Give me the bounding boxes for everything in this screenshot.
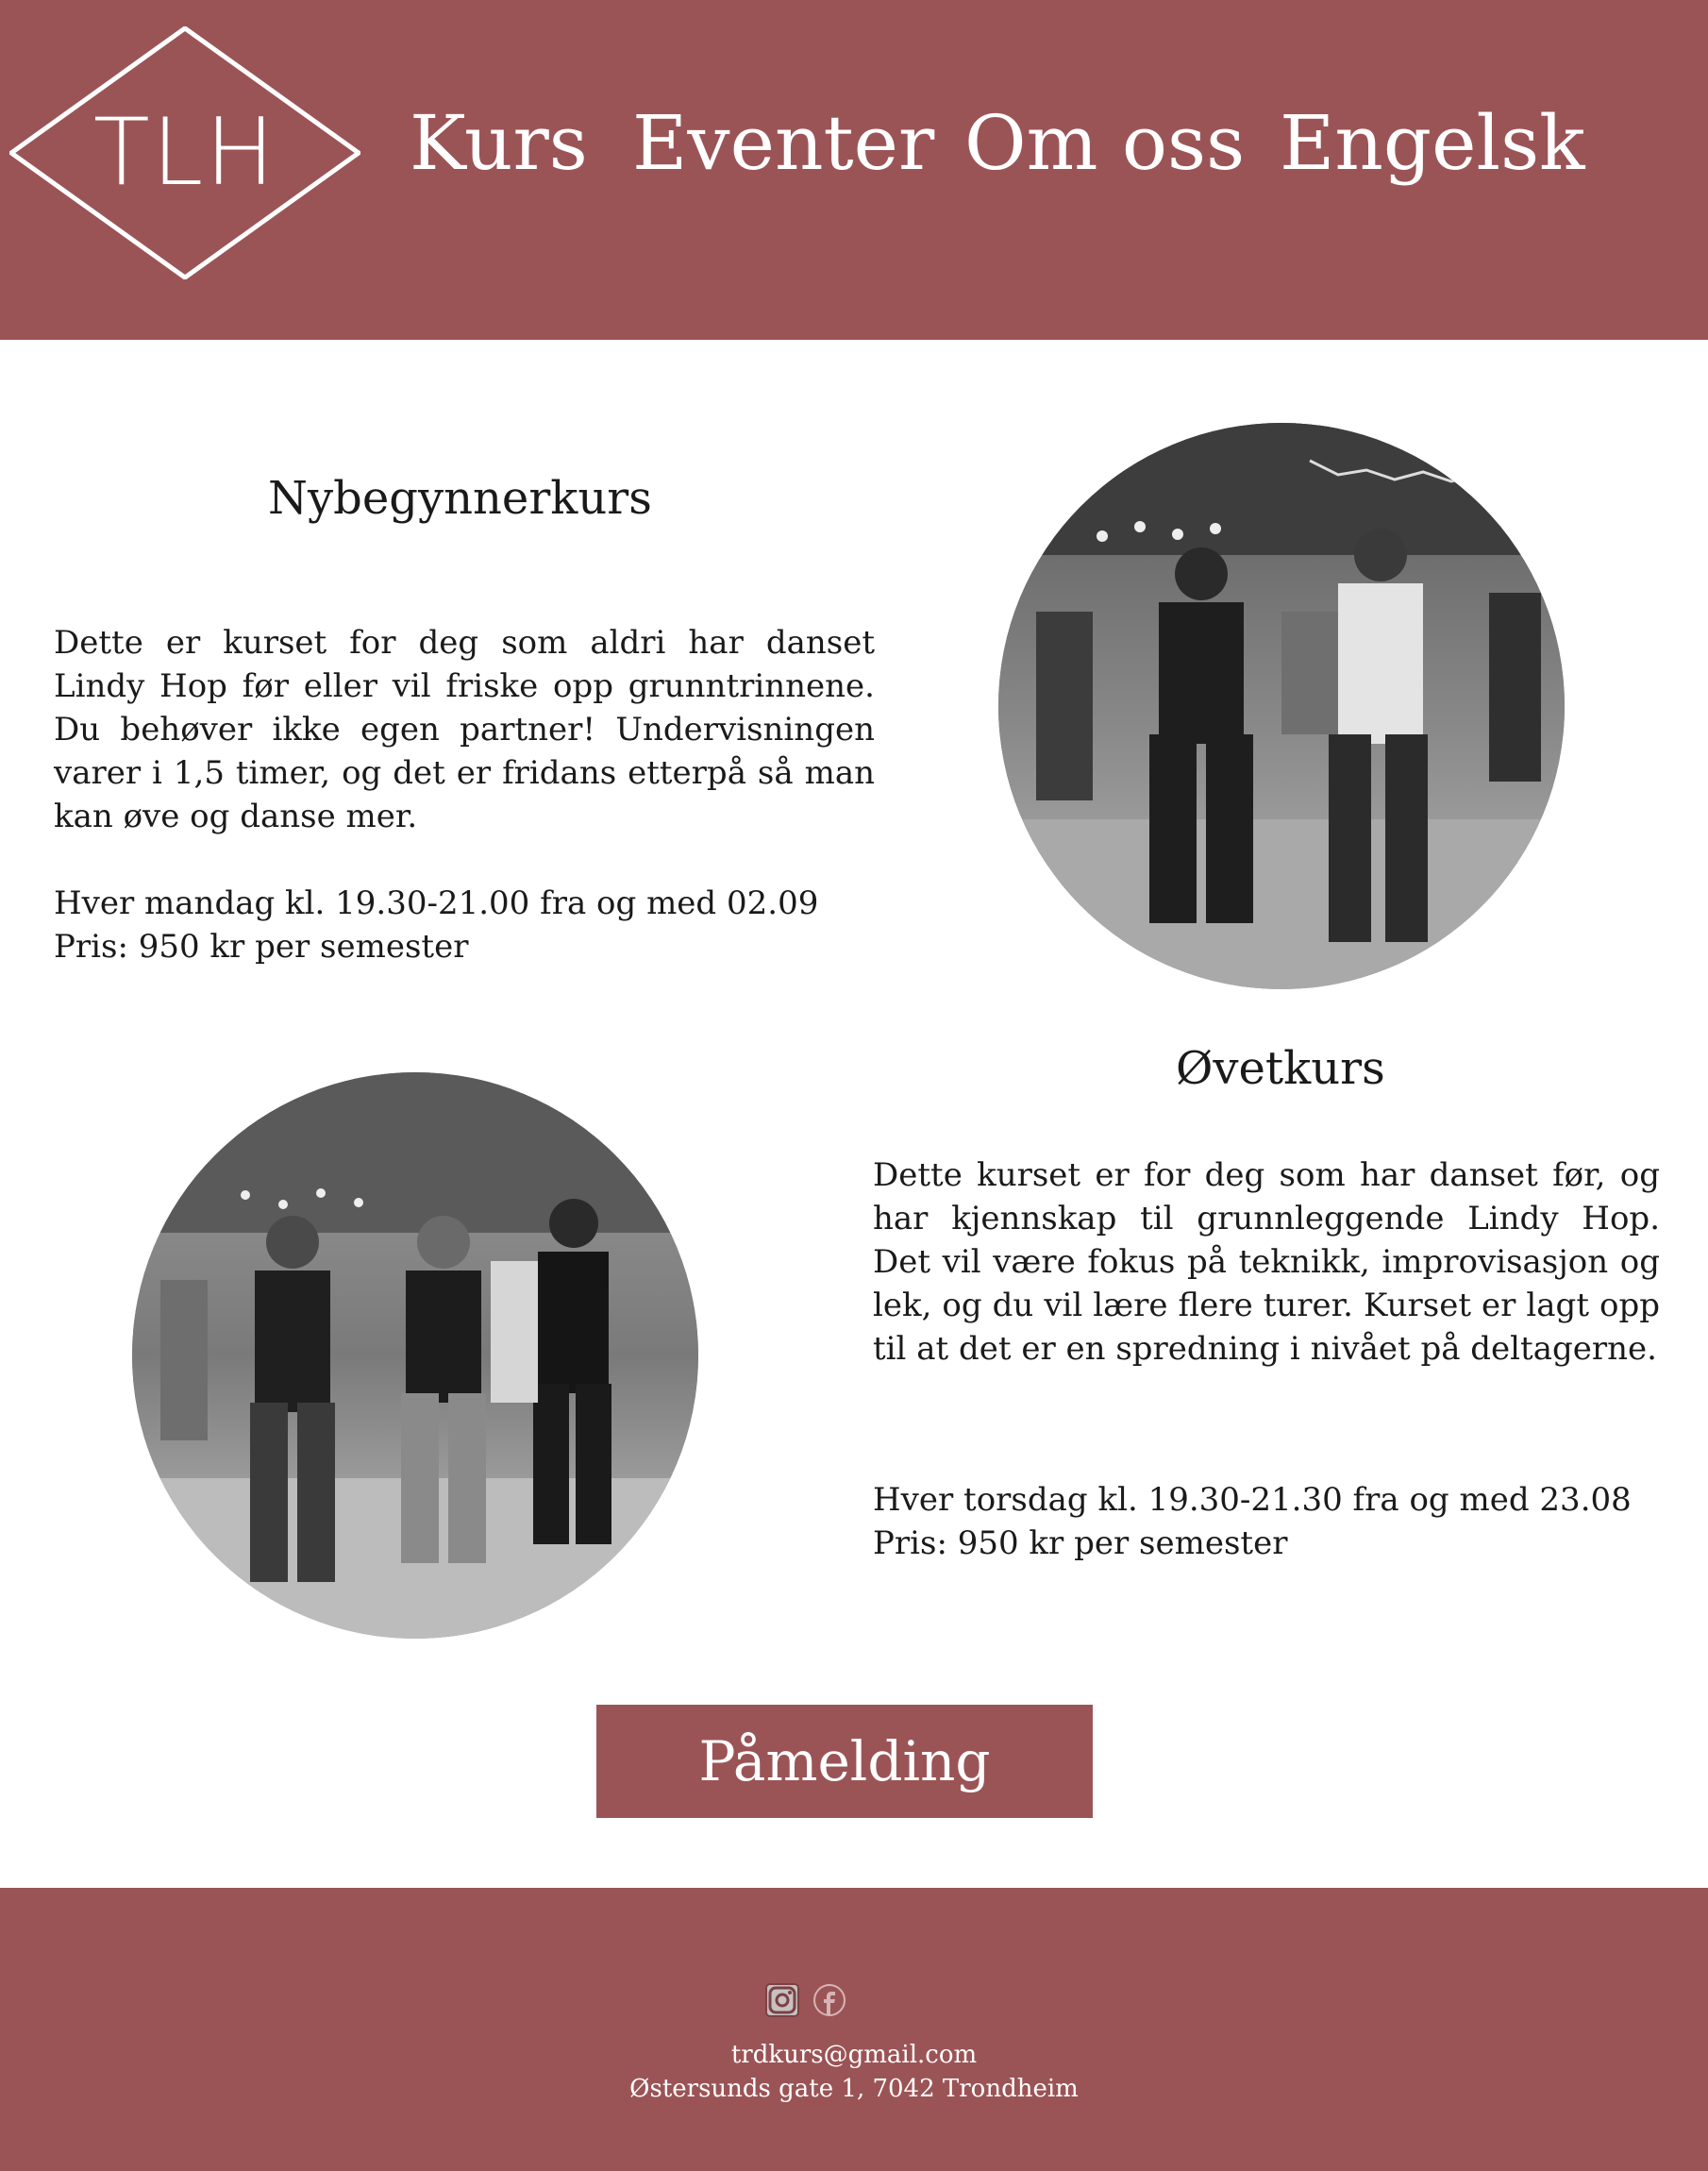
logo-text: TLH [92, 99, 277, 207]
course-price-beginner: Pris: 950 kr per semester [54, 928, 469, 966]
dance-photo-group [132, 1072, 698, 1639]
course-price-practice: Pris: 950 kr per semester [873, 1524, 1288, 1562]
social-links [764, 1982, 849, 2020]
registration-button[interactable]: Påmelding [596, 1705, 1093, 1818]
course-description-practice: Dette kurset er for deg som har danset f… [873, 1156, 1660, 1368]
nav-item-kurs[interactable]: Kurs [410, 106, 588, 181]
course-title-beginner: Nybegynnerkurs [268, 472, 652, 525]
dance-photo-couple [998, 423, 1565, 989]
course-info-beginner: Hver mandag kl. 19.30-21.00 fra og med 0… [54, 882, 818, 968]
nav-item-om-oss[interactable]: Om oss [964, 106, 1245, 181]
course-description-beginner: Dette er kurset for deg som aldri har da… [54, 624, 875, 835]
course-title-practice: Øvetkurs [1176, 1042, 1385, 1095]
site-footer: trdkurs@gmail.com Østersunds gate 1, 704… [0, 1888, 1708, 2171]
course-schedule-practice: Hver torsdag kl. 19.30-21.30 fra og med … [873, 1481, 1632, 1519]
footer-email[interactable]: trdkurs@gmail.com [0, 2043, 1708, 2067]
nav-item-engelsk[interactable]: Engelsk [1280, 106, 1585, 181]
course-info-practice: Hver torsdag kl. 19.30-21.30 fra og med … [873, 1478, 1632, 1565]
course-schedule-beginner: Hver mandag kl. 19.30-21.00 fra og med 0… [54, 884, 819, 922]
instagram-icon[interactable] [764, 1982, 800, 2018]
footer-address: Østersunds gate 1, 7042 Trondheim [629, 2075, 1079, 2103]
nav-item-eventer[interactable]: Eventer [632, 106, 934, 181]
facebook-icon[interactable] [812, 1982, 847, 2018]
site-header: TLH Kurs Eventer Om oss Engelsk [0, 0, 1708, 340]
tlh-logo[interactable]: TLH [9, 26, 360, 279]
